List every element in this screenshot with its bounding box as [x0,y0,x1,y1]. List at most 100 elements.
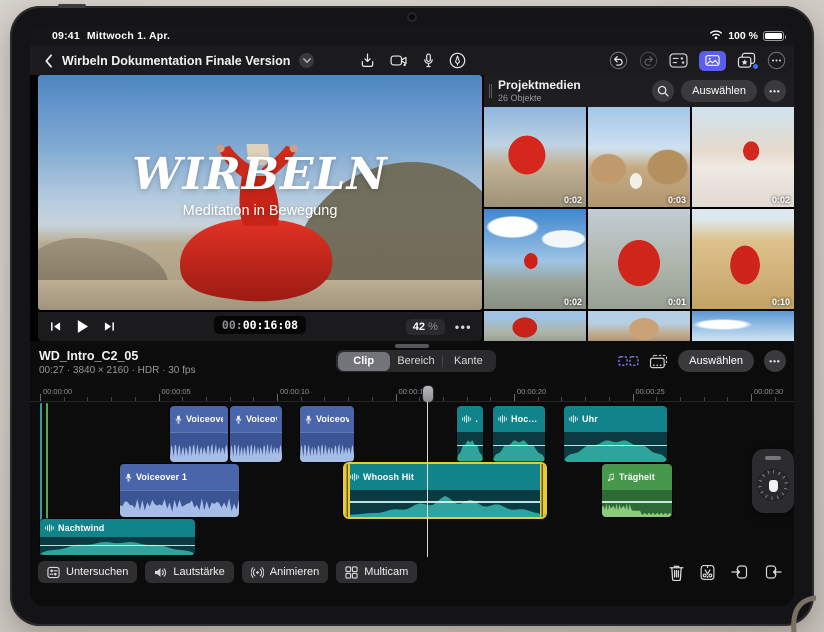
volume-icon [154,567,167,578]
wifi-icon [709,29,723,43]
video-preview[interactable]: WIRBELN Meditation in Bewegung [38,75,482,310]
inspector-toggle-button[interactable] [669,53,688,68]
thumbnail-duration: 0:01 [667,297,686,307]
filmstrip-view-icon[interactable] [649,354,668,369]
tab-clip[interactable]: Clip [337,351,390,371]
timeline-clip[interactable]: Voiceover 3 [300,406,354,462]
effects-button[interactable] [737,52,758,69]
timeline-clip[interactable]: Trägheit [602,464,672,517]
ruler-label: 00:00:25 [635,387,665,396]
multicam-button[interactable]: Multicam [336,561,418,583]
camera-button[interactable] [390,54,408,67]
back-button[interactable] [44,53,53,68]
jog-pointer [768,480,778,492]
more-button[interactable] [767,51,786,70]
project-menu-button[interactable] [299,53,315,68]
timeline-ruler[interactable]: 00:00:00 00:00:05 00:00:10 00:00:15 00:00:20… [30,386,794,402]
mic-icon [305,415,312,424]
volume-line[interactable] [345,501,545,503]
overwrite-icon[interactable] [764,564,782,580]
clip-label: … [475,414,478,424]
media-thumbnail[interactable] [588,311,690,341]
tool-label: Untersuchen [66,566,129,578]
timeline-clip[interactable]: Voiceover 2 [170,406,228,462]
microphone-button[interactable] [423,53,434,68]
clip-waveform [120,490,239,517]
ruler-tick [324,397,326,401]
tab-kante[interactable]: Kante [442,352,494,371]
clip-header: Uhr [564,406,667,432]
animieren-button[interactable]: Animieren [241,561,329,583]
thumbnail-duration: 0:02 [563,297,582,307]
battery-icon [763,31,786,41]
blade-cut-icon[interactable] [699,564,716,581]
volume-line[interactable] [602,501,672,503]
lautstärke-button[interactable]: Lautstärke [145,561,234,583]
timecode-display[interactable]: 00:00:16:08 [213,316,307,334]
tab-bereich[interactable]: Bereich [390,352,442,371]
timecode-hours: 00: [221,318,243,332]
redo-button[interactable] [639,51,658,70]
media-thumbnail[interactable]: 0:02 [692,107,794,207]
media-select-button[interactable]: Auswählen [681,80,757,102]
timeline-clip[interactable]: Uhr [564,406,667,462]
search-button[interactable] [652,80,675,102]
status-bar: 09:41 Mittwoch 1. Apr. 100 % [30,26,794,46]
skip-to-start-button[interactable] [50,321,61,332]
timeline-clip[interactable]: Nachtwind [40,519,195,555]
ruler-label: 00:00:10 [280,387,310,396]
media-more-button[interactable]: ••• [764,80,786,102]
pencil-tools-button[interactable] [449,52,466,69]
timeline-select-button[interactable]: Auswählen [678,350,754,372]
playhead-handle[interactable] [422,386,433,402]
insert-icon[interactable] [731,564,749,580]
ruler-tick [703,397,705,401]
media-thumbnail[interactable]: 0:02 [484,107,586,207]
jog-dial[interactable] [757,469,789,501]
undo-button[interactable] [609,51,628,70]
volume-line[interactable] [40,544,195,547]
media-thumbnail[interactable]: 0:02 [484,209,586,309]
timeline-clip[interactable]: Whoosh Hit [345,464,545,517]
volume-line[interactable] [564,444,667,447]
export-button[interactable] [360,53,375,68]
panel-drag-handle[interactable] [489,84,492,98]
app-toolbar: Wirbeln Dokumentation Finale Version [30,46,794,75]
ruler-tick [371,397,373,401]
clip-label: Hoc… [511,414,538,424]
timeline-clip[interactable]: Voiceover 1 [120,464,239,517]
ruler-tick [134,397,136,401]
volume-line[interactable] [457,444,483,447]
media-thumbnail[interactable]: 0:01 [588,209,690,309]
media-thumbnail[interactable]: 0:03 [588,107,690,207]
viewer-more-button[interactable]: ••• [455,320,472,334]
clip-waveform [40,537,195,555]
timeline-resize-handle[interactable] [395,344,429,348]
media-panel-header: Projektmedien 26 Objekte Auswählen ••• [484,75,794,107]
skip-to-end-button[interactable] [104,321,115,332]
volume-line[interactable] [493,444,545,447]
timeline-more-button[interactable]: ••• [764,350,786,372]
untersuchen-button[interactable]: Untersuchen [38,561,138,583]
edit-mode-tabs: Clip Bereich Kante [336,350,496,372]
media-thumbnail[interactable] [692,311,794,341]
clip-header: … [457,406,483,432]
media-thumbnail[interactable] [484,311,586,341]
jog-wheel[interactable] [752,449,794,513]
ruler-tick [774,397,776,401]
project-media-panel: Projektmedien 26 Objekte Auswählen ••• 0… [484,75,794,341]
media-panel-count: 26 Objekte [498,92,542,103]
ruler-tick [751,394,752,401]
timeline-clip[interactable]: Voiceover 2 [230,406,282,462]
delete-icon[interactable] [669,564,684,581]
timeline-clip[interactable]: … [457,406,483,462]
connect-clips-icon[interactable] [618,354,639,368]
timeline-clip[interactable]: Hoc… [493,406,545,462]
ruler-tick [419,397,421,401]
zoom-level-button[interactable]: 42 % [405,318,445,335]
playhead[interactable] [422,386,433,557]
media-browser-button[interactable] [699,50,726,71]
wave-icon [350,473,359,481]
play-button[interactable] [76,319,89,334]
media-thumbnail[interactable]: 0:10 [692,209,794,309]
